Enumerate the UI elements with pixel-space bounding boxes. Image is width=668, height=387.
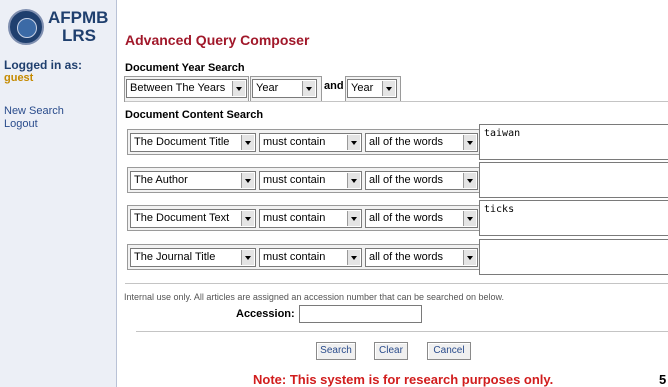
divider bbox=[136, 331, 668, 332]
operator-value: must contain bbox=[263, 251, 326, 263]
operator-select[interactable]: must contain bbox=[259, 171, 362, 190]
content-search-label: Document Content Search bbox=[125, 109, 264, 121]
chevron-down-icon bbox=[463, 135, 476, 150]
logo-title: AFPMB bbox=[48, 8, 109, 27]
operator-select[interactable]: must contain bbox=[259, 248, 362, 267]
mode-select[interactable]: all of the words bbox=[365, 248, 478, 267]
operator-select[interactable]: must contain bbox=[259, 209, 362, 228]
field-select-text[interactable]: The Document Text bbox=[130, 209, 256, 228]
page-number: 5 bbox=[659, 372, 667, 387]
clear-button[interactable]: Clear bbox=[374, 342, 408, 360]
field-select-author[interactable]: The Author bbox=[130, 171, 256, 190]
from-year-select[interactable]: Year bbox=[252, 79, 317, 98]
mode-select[interactable]: all of the words bbox=[365, 133, 478, 152]
search-terms-input[interactable]: ticks bbox=[479, 200, 668, 236]
mode-value: all of the words bbox=[369, 251, 443, 263]
field-select-value: The Document Title bbox=[134, 136, 230, 148]
accession-label: Accession: bbox=[236, 308, 295, 320]
chevron-down-icon bbox=[241, 173, 254, 188]
from-year-value: Year bbox=[256, 82, 279, 94]
chevron-down-icon bbox=[347, 135, 360, 150]
field-select-value: The Journal Title bbox=[134, 251, 216, 263]
mode-value: all of the words bbox=[369, 212, 443, 224]
sidebar-divider bbox=[116, 0, 117, 387]
seal-icon bbox=[8, 9, 44, 45]
chevron-down-icon bbox=[241, 211, 254, 226]
cancel-button[interactable]: Cancel bbox=[427, 342, 471, 360]
logout-link[interactable]: Logout bbox=[4, 118, 38, 130]
search-terms-input[interactable]: taiwan bbox=[479, 124, 668, 160]
to-year-select[interactable]: Year bbox=[347, 79, 397, 98]
search-terms-input[interactable] bbox=[479, 239, 668, 275]
chevron-down-icon bbox=[347, 250, 360, 265]
chevron-down-icon bbox=[241, 135, 254, 150]
field-select-journal[interactable]: The Journal Title bbox=[130, 248, 256, 267]
operator-value: must contain bbox=[263, 174, 326, 186]
chevron-down-icon bbox=[241, 250, 254, 265]
logo-subtitle: LRS bbox=[62, 26, 96, 45]
accession-input[interactable] bbox=[299, 305, 422, 323]
field-select-title[interactable]: The Document Title bbox=[130, 133, 256, 152]
divider bbox=[125, 283, 668, 284]
chevron-down-icon bbox=[347, 173, 360, 188]
operator-value: must contain bbox=[263, 212, 326, 224]
chevron-down-icon bbox=[463, 211, 476, 226]
mode-value: all of the words bbox=[369, 174, 443, 186]
search-terms-input[interactable] bbox=[479, 162, 668, 198]
mode-select[interactable]: all of the words bbox=[365, 171, 478, 190]
year-search-label: Document Year Search bbox=[125, 62, 245, 74]
chevron-down-icon bbox=[463, 173, 476, 188]
chevron-down-icon bbox=[382, 81, 395, 96]
chevron-down-icon bbox=[347, 211, 360, 226]
mode-value: all of the words bbox=[369, 136, 443, 148]
field-select-value: The Author bbox=[134, 174, 188, 186]
to-year-value: Year bbox=[351, 82, 374, 94]
page-title: Advanced Query Composer bbox=[125, 32, 310, 48]
afpmb-lrs-logo: AFPMB LRS bbox=[4, 6, 116, 50]
username: guest bbox=[4, 72, 34, 84]
search-button[interactable]: Search bbox=[316, 342, 356, 360]
new-search-link[interactable]: New Search bbox=[4, 105, 64, 117]
chevron-down-icon bbox=[232, 81, 245, 96]
field-select-value: The Document Text bbox=[134, 212, 230, 224]
and-label: and bbox=[324, 80, 344, 92]
mode-select[interactable]: all of the words bbox=[365, 209, 478, 228]
operator-value: must contain bbox=[263, 136, 326, 148]
divider bbox=[125, 101, 668, 102]
operator-select[interactable]: must contain bbox=[259, 133, 362, 152]
year-range-select[interactable]: Between The Years bbox=[126, 79, 247, 98]
internal-use-note: Internal use only. All articles are assi… bbox=[124, 292, 505, 302]
chevron-down-icon bbox=[463, 250, 476, 265]
year-range-value: Between The Years bbox=[130, 82, 226, 94]
research-disclaimer: Note: This system is for research purpos… bbox=[253, 372, 554, 387]
chevron-down-icon bbox=[302, 81, 315, 96]
logged-in-label: Logged in as: bbox=[4, 58, 82, 72]
